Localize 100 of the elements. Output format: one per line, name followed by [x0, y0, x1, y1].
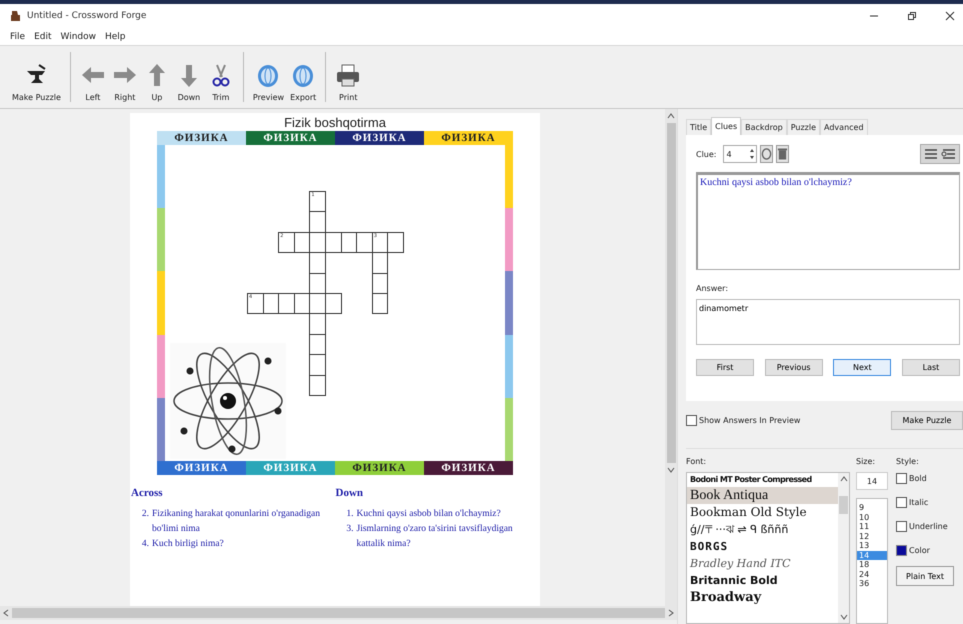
font-item[interactable]: Britannic Bold — [687, 572, 838, 589]
color-swatch[interactable] — [896, 544, 907, 556]
crossword-cell — [310, 232, 326, 254]
banner-tile: ФИЗИКА — [246, 461, 335, 475]
style-option-label: Bold — [909, 474, 927, 482]
font-item[interactable]: Broadway — [687, 589, 838, 606]
size-item[interactable]: 12 — [857, 532, 887, 541]
font-item[interactable]: Bodoni MT Poster Compressed — [687, 473, 838, 487]
checkbox[interactable] — [896, 496, 907, 508]
font-item[interactable]: Book Antiqua — [687, 487, 838, 504]
toolbar-button[interactable]: Right — [110, 48, 140, 106]
app-icon — [10, 10, 21, 22]
crossword-cell — [309, 274, 326, 294]
crossword-cell — [372, 294, 388, 314]
nav-button[interactable]: Previous — [764, 359, 823, 376]
font-item[interactable]: Bradley Hand ITC — [687, 555, 838, 572]
font-item[interactable]: BORGS — [687, 538, 838, 555]
printer-icon — [335, 63, 362, 89]
size-item[interactable]: 36 — [857, 579, 887, 588]
crossword-cell — [309, 314, 326, 335]
banner-tile: ФИЗИКА — [335, 461, 424, 475]
toolbar-button[interactable]: Left — [78, 48, 108, 106]
checkbox-label: Show Answers In Preview — [699, 416, 800, 424]
checkbox[interactable] — [686, 414, 697, 426]
toolbar-button[interactable]: Preview — [250, 48, 286, 106]
vertical-scrollbar[interactable] — [665, 109, 677, 606]
delete-button[interactable] — [776, 145, 788, 163]
style-option-label: Color — [909, 546, 930, 554]
scroll-left-icon[interactable] — [3, 609, 9, 617]
circle-icon — [760, 147, 772, 161]
scroll-down-icon[interactable] — [667, 467, 675, 473]
font-list[interactable]: Bodoni MT Poster Compressed Book Antiqua Bookman Old Style ǵ//〒···ঝ ⇌ ᑫ ßñññ BORGS Bradley Hand ITC Britannic Bold Broadway — [686, 472, 850, 624]
size-list[interactable]: 9 10 11 12 13 14 18 24 36 — [856, 498, 888, 624]
tab[interactable]: Title — [686, 119, 712, 135]
crossword-cell — [309, 355, 326, 376]
scroll-thumb[interactable] — [839, 496, 848, 514]
style-label: Style: — [896, 457, 920, 466]
size-item[interactable]: 13 — [857, 541, 887, 550]
toolbar-button[interactable]: Up — [142, 48, 172, 106]
banner-tile: ФИЗИКА — [424, 461, 513, 475]
toolbar-button[interactable]: Make Puzzle — [10, 48, 63, 106]
nav-button[interactable]: First — [696, 359, 754, 376]
menu-item[interactable]: Edit — [34, 32, 52, 42]
plain-text-button[interactable]: Plain Text — [896, 566, 954, 586]
scroll-up-icon[interactable] — [667, 113, 675, 119]
crossword-cell — [309, 334, 326, 356]
toolbar-button[interactable]: Export — [288, 48, 318, 106]
add-button[interactable] — [760, 145, 772, 163]
clue-number: 4. — [140, 538, 149, 551]
size-item[interactable]: 10 — [857, 512, 887, 522]
crossword-cell — [294, 292, 310, 314]
toolbar-button[interactable]: Print — [333, 48, 364, 106]
banner-tile: ФИЗИКА — [335, 131, 424, 145]
size-item[interactable]: 14 — [857, 550, 887, 560]
font-item[interactable]: Bookman Old Style — [687, 504, 838, 521]
menu-item[interactable]: Help — [105, 32, 126, 42]
trash-icon — [776, 147, 788, 161]
close-icon[interactable] — [945, 11, 955, 21]
menu-item[interactable]: File — [10, 32, 26, 42]
tab[interactable]: Backdrop — [741, 119, 787, 135]
banner-tile: ФИЗИКА — [157, 461, 246, 475]
crossword-cell — [326, 292, 342, 314]
horizontal-scrollbar[interactable] — [0, 606, 677, 620]
crossword-cell — [309, 253, 326, 274]
checkbox[interactable] — [896, 520, 907, 532]
nav-button[interactable]: Next — [833, 359, 892, 376]
banner-tile: ФИЗИКА — [157, 131, 246, 145]
size-item[interactable]: 9 — [857, 503, 887, 512]
scroll-thumb[interactable] — [666, 123, 676, 463]
checkbox[interactable] — [896, 472, 907, 484]
crossword-cell — [279, 292, 295, 314]
answer-field[interactable]: dinamometr — [696, 299, 960, 345]
clue-number-spinner[interactable]: 4 — [722, 145, 756, 163]
make-puzzle-button[interactable]: Make Puzzle — [891, 410, 963, 430]
menu-item[interactable]: Window — [60, 32, 96, 42]
clue-number: 2. — [140, 508, 149, 521]
restore-icon[interactable] — [907, 11, 917, 21]
scroll-right-icon[interactable] — [668, 609, 674, 617]
size-item[interactable]: 18 — [857, 560, 887, 570]
tab[interactable]: Advanced — [820, 119, 868, 135]
scroll-thumb[interactable] — [12, 608, 665, 618]
size-field[interactable]: 14 — [856, 472, 888, 490]
size-item[interactable]: 24 — [857, 570, 887, 579]
clue-number: 3. — [345, 523, 354, 536]
view-toggle-button[interactable] — [920, 144, 960, 164]
window-title: Untitled - Crossword Forge — [27, 11, 146, 21]
size-item[interactable]: 11 — [857, 522, 887, 532]
clue-label: Clue: — [696, 150, 716, 158]
puzzle-title: Fizik boshqotirma — [283, 114, 387, 131]
spinner-arrows-icon — [748, 147, 754, 161]
clue-text-field[interactable]: Kuchni qaysi asbob bilan o'lchaymiz? — [696, 172, 960, 270]
style-option-label: Underline — [909, 522, 948, 530]
toolbar-button[interactable]: Down — [174, 48, 204, 106]
nav-button[interactable]: Last — [902, 359, 960, 376]
font-item[interactable]: ǵ//〒···ঝ ⇌ ᑫ ßñññ — [687, 521, 838, 538]
tab[interactable]: Clues — [711, 117, 742, 135]
toolbar-button[interactable]: Trim — [206, 48, 236, 106]
scrollbar[interactable] — [838, 473, 849, 623]
tab[interactable]: Puzzle — [786, 119, 820, 135]
scroll-down-icon — [840, 614, 848, 620]
